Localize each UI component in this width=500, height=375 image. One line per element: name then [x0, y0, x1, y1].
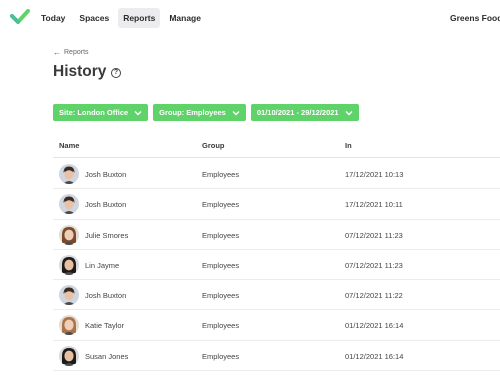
person-group: Employees [202, 230, 240, 240]
person-name[interactable]: Josh Buxton [85, 170, 126, 179]
person-group: Employees [202, 351, 240, 361]
back-link-label: Reports [64, 49, 89, 56]
check-in-time: 07/12/2021 11:22 [345, 291, 403, 301]
person-group: Employees [202, 200, 240, 210]
back-to-reports-link[interactable]: ← Reports [53, 48, 89, 57]
person-group: Employees [202, 321, 240, 331]
table-row[interactable]: Julie Smores Employees 07/12/2021 11:23 [53, 220, 500, 250]
top-navigation-bar: Today Spaces Reports Manage Greens Food … [0, 0, 500, 36]
check-in-time: 07/12/2021 11:23 [345, 230, 403, 240]
check-in-time: 07/12/2021 11:23 [345, 260, 403, 270]
column-header-in[interactable]: In [345, 141, 352, 150]
user-avatar [59, 254, 79, 275]
chevron-down-icon [134, 110, 142, 115]
table-header: Name Group In [53, 138, 500, 158]
person-group: Employees [202, 260, 240, 270]
table-row[interactable]: Katie Taylor Employees 01/12/2021 16:14 [53, 310, 500, 341]
group-filter-label: Group: Employees [159, 108, 226, 117]
person-name[interactable]: Lin Jayme [85, 261, 119, 270]
check-in-time: 01/12/2021 16:14 [345, 351, 404, 361]
help-question-icon[interactable]: ? [111, 68, 121, 78]
main-nav: Today Spaces Reports Manage [36, 8, 206, 28]
chevron-down-icon [232, 110, 240, 115]
check-in-time: 17/12/2021 10:13 [345, 170, 404, 179]
table-row[interactable]: Josh Buxton Employees 17/12/2021 10:11 [53, 189, 500, 220]
date-range-filter-label: 01/10/2021 - 29/12/2021 [256, 108, 339, 117]
user-avatar [59, 285, 79, 306]
user-avatar [59, 224, 79, 245]
column-header-group[interactable]: Group [202, 141, 225, 150]
organization-name[interactable]: Greens Food S [450, 13, 500, 23]
table-row[interactable]: Susan Jones Employees 01/12/2021 16:14 [53, 341, 500, 372]
chevron-down-icon [345, 110, 353, 115]
user-avatar [59, 315, 79, 336]
history-table-body: Josh Buxton Employees 17/12/2021 10:13 J… [53, 159, 500, 372]
date-range-filter-dropdown[interactable]: 01/10/2021 - 29/12/2021 [250, 104, 359, 121]
person-name[interactable]: Susan Jones [85, 352, 128, 361]
person-group: Employees [202, 291, 240, 301]
person-name[interactable]: Julie Smores [85, 231, 128, 240]
brand-checkmark-logo[interactable] [10, 8, 30, 26]
user-avatar [59, 345, 79, 366]
nav-item-spaces[interactable]: Spaces [74, 8, 114, 28]
user-avatar [59, 194, 79, 215]
person-group: Employees [202, 170, 240, 179]
nav-item-today[interactable]: Today [36, 8, 70, 28]
site-filter-dropdown[interactable]: Site: London Office [53, 104, 149, 121]
person-name[interactable]: Josh Buxton [85, 291, 126, 300]
user-avatar [59, 164, 79, 184]
table-row[interactable]: Josh Buxton Employees 07/12/2021 11:22 [53, 280, 500, 311]
check-in-time: 17/12/2021 10:11 [345, 200, 403, 210]
group-filter-dropdown[interactable]: Group: Employees [153, 104, 246, 121]
person-name[interactable]: Josh Buxton [85, 200, 126, 209]
nav-item-reports[interactable]: Reports [118, 8, 161, 28]
filter-bar: Site: London Office Group: Employees 01/… [53, 104, 359, 121]
arrow-left-icon: ← [53, 48, 61, 57]
person-name[interactable]: Katie Taylor [85, 321, 124, 330]
column-header-name[interactable]: Name [59, 141, 79, 150]
page-title: History [53, 63, 107, 80]
site-filter-label: Site: London Office [59, 108, 129, 117]
check-in-time: 01/12/2021 16:14 [345, 321, 404, 331]
nav-item-manage[interactable]: Manage [164, 8, 206, 28]
table-row[interactable]: Josh Buxton Employees 17/12/2021 10:13 [53, 159, 500, 190]
table-row[interactable]: Lin Jayme Employees 07/12/2021 11:23 [53, 250, 500, 281]
